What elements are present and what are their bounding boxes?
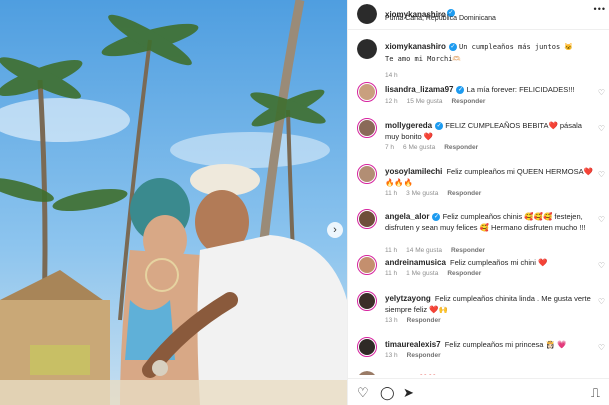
- bookmark-icon[interactable]: ⎍: [591, 385, 600, 401]
- commenter-username[interactable]: cina838: [385, 374, 414, 375]
- comment-item: angela_alor ✓ Feliz cumpleaños chinis 🥰🥰🥰…: [357, 209, 605, 261]
- commenter-username[interactable]: lisandra_lizama97: [385, 85, 453, 94]
- commenter-username[interactable]: timaurealexis7: [385, 340, 441, 349]
- commenter-avatar[interactable]: [357, 209, 377, 229]
- comment-item: andreinamusica Feliz cumpleaños mi chini…: [357, 255, 605, 287]
- caption-author-avatar[interactable]: [357, 39, 377, 59]
- post-photo[interactable]: ›: [0, 0, 347, 405]
- comment-item: lisandra_lizama97 ✓ La mía forever: FELIC…: [357, 82, 605, 116]
- comment-time[interactable]: 11 h: [385, 270, 397, 277]
- comment-time[interactable]: 11 h: [385, 190, 397, 197]
- commenter-avatar[interactable]: [357, 118, 377, 138]
- reply-button[interactable]: Responder: [447, 270, 481, 277]
- reply-button[interactable]: Responder: [444, 144, 478, 151]
- comment-like-heart-icon[interactable]: ♡: [598, 297, 605, 306]
- comment-like-heart-icon[interactable]: ♡: [598, 124, 605, 133]
- commenter-avatar[interactable]: [357, 291, 377, 311]
- post-header: xiomykanashiro ✓ Punta Cana, República Do…: [348, 0, 609, 30]
- commenter-avatar[interactable]: [357, 255, 377, 275]
- comment-time[interactable]: 11 h: [385, 247, 397, 254]
- reply-button[interactable]: Responder: [407, 352, 441, 359]
- caption-line-2: Te amo mi Morchi🫶🏻: [385, 55, 462, 63]
- post-actions-bar: ♡ ◯ ➤ ⎍: [348, 378, 609, 405]
- comment-likes[interactable]: 15 Me gusta: [407, 98, 443, 105]
- comment-likes[interactable]: 14 Me gusta: [406, 247, 442, 254]
- comment-item: yelytzayong Feliz cumpleaños chinita lin…: [357, 291, 605, 331]
- caption: xiomykanashiro ✓ Un cumpleaños más juntos…: [357, 39, 605, 81]
- comment-item: yosoylamilechi Feliz cumpleaños mi QUEEN…: [357, 164, 605, 204]
- comment-like-heart-icon[interactable]: ♡: [598, 215, 605, 224]
- comment-text: ❤️❤️: [418, 374, 437, 375]
- reply-button[interactable]: Responder: [451, 247, 485, 254]
- comments-list[interactable]: xiomykanashiro ✓ Un cumpleaños más juntos…: [348, 30, 609, 375]
- commenter-username[interactable]: andreinamusica: [385, 258, 446, 267]
- author-avatar[interactable]: [357, 4, 377, 24]
- share-icon[interactable]: ➤: [403, 385, 414, 401]
- verified-badge-icon: ✓: [435, 122, 444, 131]
- reply-button[interactable]: Responder: [407, 317, 441, 324]
- comment-item: mollygereda ✓ FELIZ CUMPLEAÑOS BEBITA❤️ p…: [357, 118, 605, 158]
- chevron-right-icon: ›: [333, 224, 337, 236]
- comment-like-heart-icon[interactable]: ♡: [598, 261, 605, 270]
- beach-couple-image: [0, 0, 347, 405]
- verified-badge-icon: ✓: [456, 86, 465, 95]
- caption-time[interactable]: 14 h: [385, 72, 398, 79]
- comment-likes[interactable]: 1 Me gusta: [406, 270, 438, 277]
- reply-button[interactable]: Responder: [447, 190, 481, 197]
- comment-time[interactable]: 13 h: [385, 352, 398, 359]
- comment-likes[interactable]: 6 Me gusta: [403, 144, 435, 151]
- comment-item: timaurealexis7 Feliz cumpleaños mi princ…: [357, 337, 605, 369]
- commenter-avatar[interactable]: [357, 337, 377, 357]
- next-photo-button[interactable]: ›: [327, 222, 343, 238]
- comment-likes[interactable]: 3 Me gusta: [406, 190, 438, 197]
- comment-text: Feliz cumpleaños mi chini ❤️: [450, 258, 548, 267]
- commenter-avatar[interactable]: [357, 82, 377, 102]
- commenter-avatar[interactable]: [357, 164, 377, 184]
- commenter-username[interactable]: angela_alor: [385, 212, 429, 221]
- verified-badge-icon: ✓: [448, 43, 457, 52]
- commenter-avatar[interactable]: [357, 371, 377, 375]
- comment-time[interactable]: 12 h: [385, 98, 398, 105]
- post-details-panel: xiomykanashiro ✓ Punta Cana, República Do…: [347, 0, 609, 405]
- heart-icon[interactable]: ♡: [357, 385, 369, 401]
- comment-time[interactable]: 7 h: [385, 144, 394, 151]
- verified-badge-icon: ✓: [432, 213, 441, 222]
- post-location[interactable]: Punta Cana, República Dominicana: [385, 15, 496, 22]
- comment-like-heart-icon[interactable]: ♡: [598, 343, 605, 352]
- comment-text: La mía forever: FELICIDADES!!!: [466, 85, 575, 94]
- reply-button[interactable]: Responder: [451, 98, 485, 105]
- comment-icon[interactable]: ◯: [380, 385, 395, 401]
- comment-like-heart-icon[interactable]: ♡: [598, 170, 605, 179]
- commenter-username[interactable]: yosoylamilechi: [385, 167, 442, 176]
- comment-time[interactable]: 13 h: [385, 317, 398, 324]
- commenter-username[interactable]: mollygereda: [385, 121, 432, 130]
- comment-like-heart-icon[interactable]: ♡: [598, 88, 605, 97]
- more-icon[interactable]: •••: [594, 4, 606, 14]
- comment-text: Feliz cumpleaños mi princesa 👸🏻 💗: [444, 340, 567, 349]
- caption-author-username[interactable]: xiomykanashiro: [385, 42, 446, 51]
- commenter-username[interactable]: yelytzayong: [385, 294, 431, 303]
- caption-line-1: Un cumpleaños más juntos 🐱: [459, 43, 574, 51]
- comment-item: cina838 ❤️❤️: [357, 371, 605, 375]
